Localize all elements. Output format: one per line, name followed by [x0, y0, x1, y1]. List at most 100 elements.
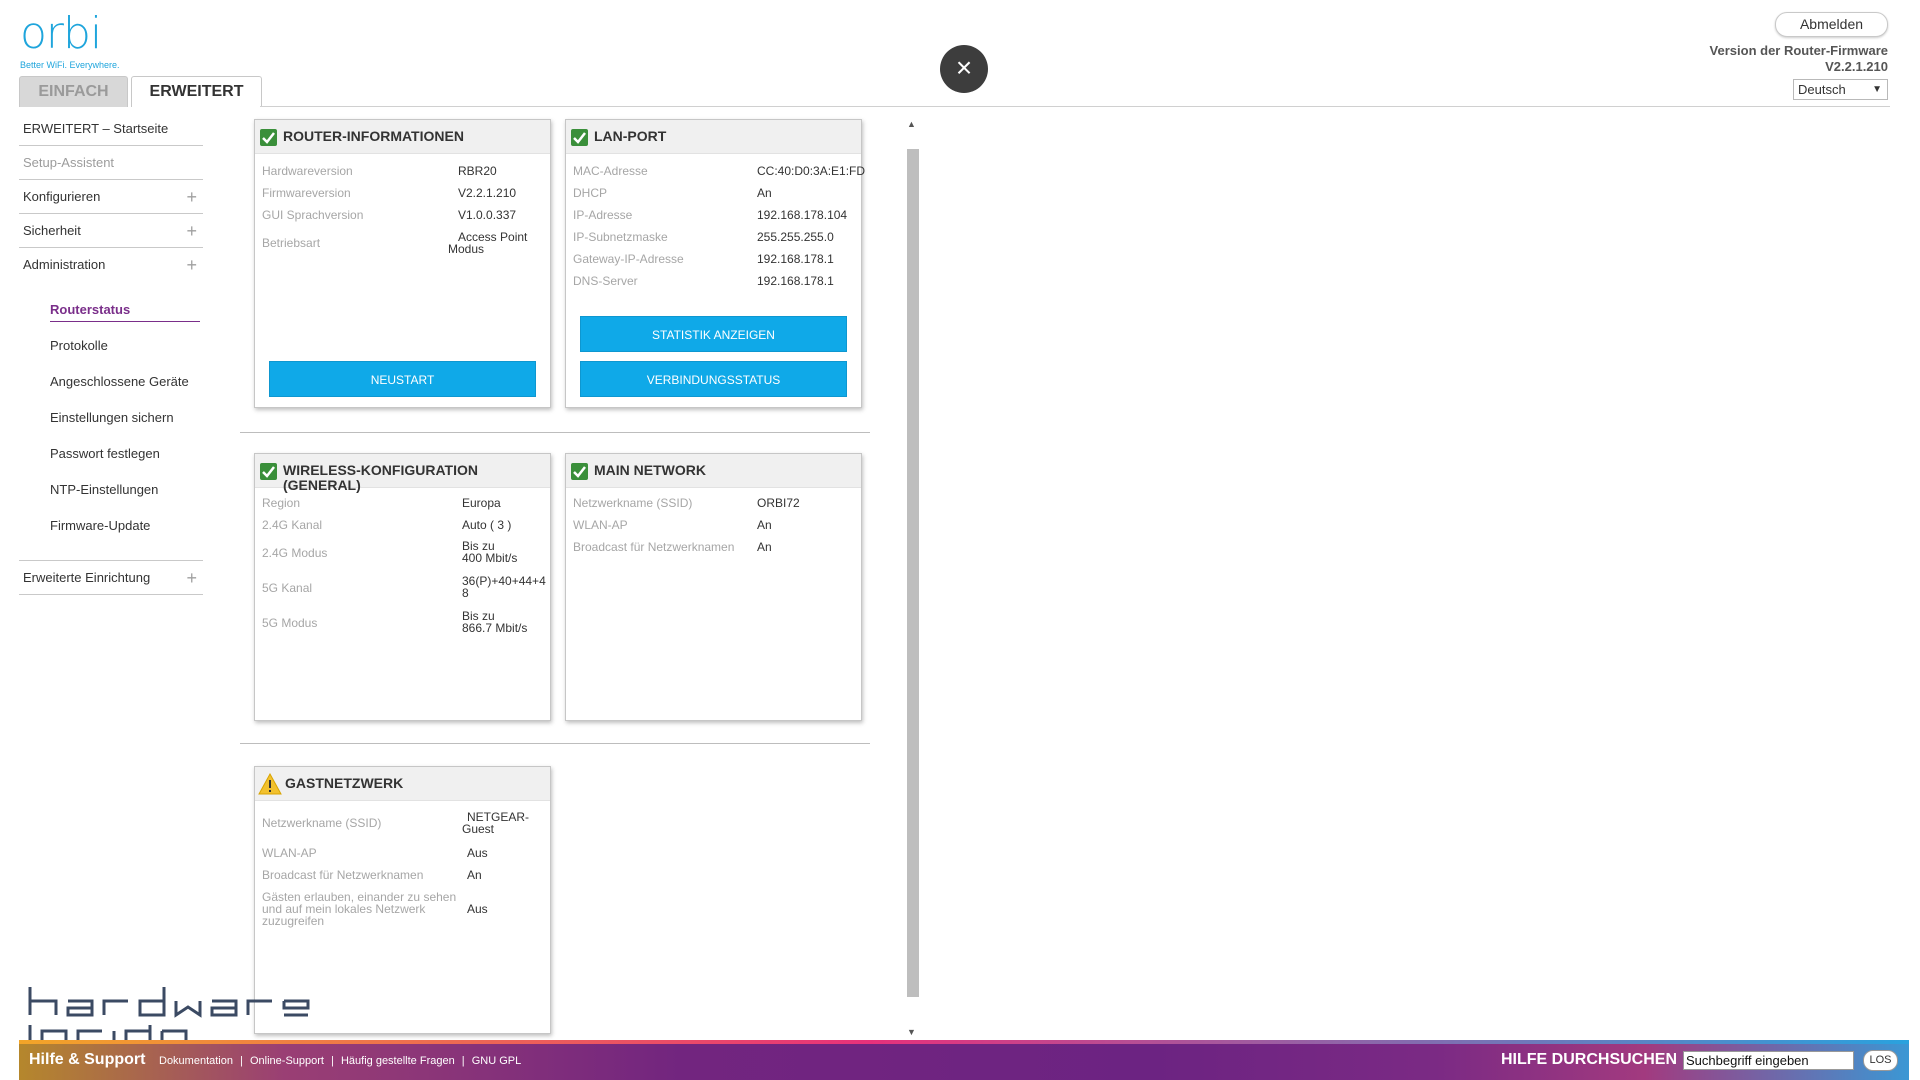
info-value: An: [757, 518, 772, 532]
sidebar-subitem-label: Routerstatus: [50, 301, 200, 322]
info-value: 36(P)+40+44+4: [462, 574, 546, 588]
section-divider: [240, 432, 870, 433]
panel-title-line: (GENERAL): [283, 477, 361, 493]
sidebar-item-security[interactable]: Sicherheit +: [19, 214, 203, 248]
sidebar-item-configure[interactable]: Konfigurieren +: [19, 180, 203, 214]
info-value: An: [757, 540, 772, 554]
info-key: WLAN-AP: [573, 518, 628, 532]
tab-erweitert[interactable]: ERWEITERT: [131, 76, 262, 107]
info-value: V2.2.1.210: [458, 186, 517, 200]
help-search-label: HILFE DURCHSUCHEN: [1501, 1051, 1677, 1068]
firmware-info: Version der Router-Firmware V2.2.1.210: [1710, 43, 1888, 75]
dropdown-arrow-icon: ▼: [1872, 84, 1882, 95]
panel-header: LAN-PORT: [566, 120, 861, 154]
scroll-up-icon[interactable]: ▲: [907, 119, 916, 129]
info-value: 400 Mbit/s: [462, 551, 518, 565]
logout-button[interactable]: Abmelden: [1775, 12, 1888, 37]
panel-header: WIRELESS-KONFIGURATION (GENERAL): [255, 454, 550, 493]
info-key: Netzwerkname (SSID): [573, 496, 693, 510]
language-value: Deutsch: [1798, 82, 1846, 97]
mode-tabs: EINFACH ERWEITERT: [19, 76, 262, 107]
connection-status-button[interactable]: VERBINDUNGSSTATUS: [580, 361, 847, 397]
expand-plus-icon[interactable]: +: [186, 561, 197, 595]
sidebar-item-label: Setup-Assistent: [23, 155, 115, 170]
info-key: Gateway-IP-Adresse: [573, 252, 684, 266]
sidebar-item-administration[interactable]: Administration +: [19, 248, 203, 282]
sidebar-item-label: Administration: [23, 257, 106, 272]
firmware-label: Version der Router-Firmware: [1709, 43, 1888, 58]
sidebar-subitem-set-password[interactable]: Passwort festlegen: [19, 436, 203, 472]
sidebar-item-setup-wizard[interactable]: Setup-Assistent: [19, 146, 203, 180]
info-key: DNS-Server: [573, 274, 638, 288]
expand-plus-icon[interactable]: +: [186, 180, 197, 214]
panel-header: MAIN NETWORK: [566, 454, 861, 488]
footer-link-documentation[interactable]: Dokumentation: [159, 1055, 233, 1067]
sidebar-item-label: ERWEITERT – Startseite: [23, 121, 169, 136]
info-value: 192.168.178.1: [757, 252, 834, 266]
info-value: Auto ( 3 ): [462, 518, 512, 532]
wireless-config-panel: WIRELESS-KONFIGURATION (GENERAL) Region Eu…: [254, 453, 551, 721]
sidebar-subitem-router-status[interactable]: Routerstatus: [19, 292, 203, 328]
info-key: WLAN-AP: [262, 846, 317, 860]
info-key: Region: [262, 496, 301, 510]
info-key: Firmwareversion: [262, 186, 351, 200]
sidebar-item-label: Sicherheit: [23, 223, 81, 238]
scrollbar-thumb[interactable]: [907, 149, 919, 997]
info-value: CC:40:D0:3A:E1:FD: [757, 164, 866, 178]
sidebar-item-label: Konfigurieren: [23, 189, 101, 204]
info-key: 2.4G Kanal: [262, 518, 323, 532]
panel-title: LAN-PORT: [594, 128, 667, 144]
info-value: RBR20: [458, 164, 497, 178]
footer-link-faq[interactable]: Häufig gestellte Fragen: [341, 1055, 455, 1067]
sidebar-item-advanced-home[interactable]: ERWEITERT – Startseite: [19, 112, 203, 146]
language-select[interactable]: Deutsch ▼: [1793, 79, 1888, 100]
scroll-down-icon[interactable]: ▼: [907, 1027, 916, 1037]
logo-tagline: Better WiFi. Everywhere.: [20, 60, 120, 70]
footer-stripe: [19, 1040, 1909, 1044]
expand-plus-icon[interactable]: +: [186, 214, 197, 248]
info-value: Europa: [462, 496, 501, 510]
info-value: Aus: [467, 902, 488, 916]
sidebar-subitem-backup-settings[interactable]: Einstellungen sichern: [19, 400, 203, 436]
sidebar-subitem-logs[interactable]: Protokolle: [19, 328, 203, 364]
tab-einfach[interactable]: EINFACH: [19, 76, 128, 107]
panel-header: ROUTER-INFORMATIONEN: [255, 120, 550, 154]
info-key: IP-Subnetzmaske: [573, 230, 668, 244]
orbi-logo[interactable]: orbi Better WiFi. Everywhere.: [20, 12, 130, 74]
firmware-version: V2.2.1.210: [1825, 59, 1888, 74]
info-key: IP-Adresse: [573, 208, 633, 222]
sidebar-subitem-attached-devices[interactable]: Angeschlossene Geräte: [19, 364, 203, 400]
check-icon: [260, 129, 277, 146]
footer-link-online-support[interactable]: Online-Support: [250, 1055, 324, 1067]
footer-link-gnu-gpl[interactable]: GNU GPL: [472, 1055, 522, 1067]
warning-icon: [258, 772, 282, 795]
panel-title-line: WIRELESS-KONFIGURATION: [283, 462, 478, 478]
sidebar-subitem-firmware-update[interactable]: Firmware-Update: [19, 508, 203, 544]
info-key: Broadcast für Netzwerknamen: [262, 868, 424, 882]
footer-separator: |: [331, 1055, 334, 1067]
footer-separator: |: [240, 1055, 243, 1067]
info-key: MAC-Adresse: [573, 164, 648, 178]
panel-header: GASTNETZWERK: [255, 767, 550, 801]
help-support-title: Hilfe & Support: [29, 1051, 146, 1068]
info-key: DHCP: [573, 186, 608, 200]
router-admin-page: { "brand": { "logo_text": "orbi", "tagli…: [0, 0, 1920, 1080]
sidebar-item-advanced-setup[interactable]: Erweiterte Einrichtung +: [19, 561, 203, 595]
info-value: An: [757, 186, 772, 200]
info-value: 866.7 Mbit/s: [462, 621, 528, 635]
content-scrollbar[interactable]: ▲ ▼: [904, 115, 920, 1040]
restart-button[interactable]: NEUSTART: [269, 361, 536, 397]
show-statistics-button[interactable]: STATISTIK ANZEIGEN: [580, 316, 847, 352]
footer-bar: Hilfe & Support Dokumentation | Online-S…: [19, 1040, 1909, 1080]
panel-title: ROUTER-INFORMATIONEN: [283, 128, 464, 144]
info-value: 192.168.178.1: [757, 274, 834, 288]
sidebar-subitem-ntp-settings[interactable]: NTP-Einstellungen: [19, 472, 203, 508]
sidebar-nav: ERWEITERT – Startseite Setup-Assistent K…: [19, 112, 203, 595]
info-key: 5G Kanal: [262, 581, 313, 595]
tab-underline: [260, 106, 1890, 107]
help-search-input[interactable]: Suchbegriff eingeben: [1683, 1051, 1854, 1070]
expand-plus-icon[interactable]: +: [186, 248, 197, 282]
close-button[interactable]: ×: [940, 45, 988, 93]
help-search-go-button[interactable]: LOS: [1863, 1050, 1898, 1071]
info-key: GUI Sprachversion: [262, 208, 364, 222]
